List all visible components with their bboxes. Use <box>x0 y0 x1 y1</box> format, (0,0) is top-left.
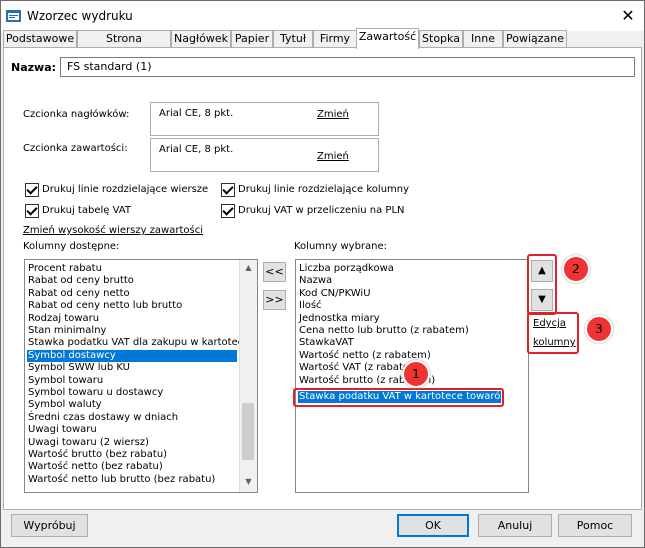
title-bar: Wzorzec wydruku ✕ <box>1 1 644 31</box>
list-item[interactable]: Stan minimalny <box>27 325 106 337</box>
list-item[interactable]: Rabat od ceny netto lub brutto <box>27 300 182 312</box>
list-item[interactable]: Wartość brutto (bez rabatu) <box>27 449 167 461</box>
tab-panel-zawartosc: Nazwa: FS standard (1) Czcionka nagłówkó… <box>3 47 642 510</box>
list-item[interactable]: Symbol towaru u dostawcy <box>27 387 163 399</box>
tab-stopka[interactable]: Stopka <box>419 30 463 48</box>
list-item[interactable]: Jednostka miary <box>298 313 380 325</box>
header-font-box: Arial CE, 8 pkt. Zmień <box>150 102 379 136</box>
list-item[interactable]: Symbol waluty <box>27 399 102 411</box>
list-item[interactable]: Rabat od ceny netto <box>27 288 130 300</box>
list-item[interactable]: Średni czas dostawy w dniach <box>27 412 178 424</box>
cancel-button[interactable]: Anuluj <box>478 514 552 537</box>
annotation-badge-1: 1 <box>402 360 430 388</box>
annotation-box-order <box>527 254 557 315</box>
add-column-button[interactable]: << <box>263 262 286 282</box>
tab-inne[interactable]: Inne <box>463 30 503 48</box>
content-font-change-link[interactable]: Zmień <box>317 151 349 162</box>
list-item[interactable]: Wartość netto (bez rabatu) <box>27 461 163 473</box>
tab-powiazane[interactable]: Powiązane <box>503 30 567 48</box>
col-lines-checkbox[interactable] <box>221 183 235 197</box>
tab-podstawowe[interactable]: Podstawowe <box>3 30 77 48</box>
list-item[interactable]: Uwagi towaru (2 wiersz) <box>27 437 149 449</box>
scroll-thumb[interactable] <box>242 403 254 460</box>
available-scrollbar[interactable]: ▲ ▼ <box>239 260 257 492</box>
tab-naglowek[interactable]: Nagłówek <box>171 30 231 48</box>
list-item[interactable]: Cena netto lub brutto (z rabatem) <box>298 325 469 337</box>
annotation-box-selected <box>293 388 504 407</box>
dialog-window: Wzorzec wydruku ✕ Podstawowe Strona adre… <box>0 0 645 548</box>
tab-strona-adresowa[interactable]: Strona adresowa <box>77 30 171 61</box>
name-value: FS standard (1) <box>67 60 152 73</box>
vat-pln-label: Drukuj VAT w przeliczeniu na PLN <box>238 205 405 216</box>
vat-table-label: Drukuj tabelę VAT <box>42 205 131 216</box>
chosen-columns-label: Kolumny wybrane: <box>294 241 388 252</box>
tab-zawartosc[interactable]: Zawartość <box>356 28 419 49</box>
ok-button[interactable]: OK <box>397 514 469 537</box>
name-field[interactable]: FS standard (1) <box>60 57 635 77</box>
annotation-badge-2: 2 <box>562 255 590 283</box>
list-item[interactable]: Ilość <box>298 300 322 312</box>
list-item[interactable]: Symbol towaru <box>27 375 103 387</box>
list-item[interactable]: Uwagi towaru <box>27 424 97 436</box>
tab-tytul[interactable]: Tytuł <box>273 30 313 48</box>
content-font-value: Arial CE, 8 pkt. <box>159 144 234 155</box>
preview-button[interactable]: Wypróbuj <box>11 514 88 537</box>
col-lines-label: Drukuj linie rozdzielające kolumny <box>238 184 410 195</box>
header-font-label: Czcionka nagłówków: <box>23 109 130 120</box>
content-font-label: Czcionka zawartości: <box>23 143 128 154</box>
scroll-up-arrow-icon[interactable]: ▲ <box>240 260 257 276</box>
list-item[interactable]: StawkaVAT <box>298 337 354 349</box>
vat-pln-checkbox[interactable] <box>221 204 235 218</box>
list-item[interactable]: Rodzaj towaru <box>27 313 99 325</box>
row-height-link[interactable]: Zmień wysokość wierszy zawartości <box>23 225 203 236</box>
list-item[interactable]: Wartość netto lub brutto (bez rabatu) <box>27 474 215 486</box>
row-lines-label: Drukuj linie rozdzielające wiersze <box>42 184 209 195</box>
list-item[interactable]: Nazwa <box>298 275 332 287</box>
list-item[interactable]: Kod CN/PKWiU <box>298 288 371 300</box>
app-icon <box>6 10 21 22</box>
header-font-change-link[interactable]: Zmień <box>317 109 349 120</box>
content-font-box: Arial CE, 8 pkt. Zmień <box>150 138 379 172</box>
annotation-box-edit <box>527 312 579 354</box>
vat-table-checkbox[interactable] <box>25 204 39 218</box>
remove-column-button[interactable]: >> <box>263 290 286 310</box>
tab-papier[interactable]: Papier <box>231 30 273 48</box>
row-lines-checkbox[interactable] <box>25 183 39 197</box>
close-icon[interactable]: ✕ <box>618 6 638 26</box>
name-label: Nazwa: <box>11 61 57 74</box>
list-item[interactable]: Liczba porządkowa <box>298 263 394 275</box>
available-columns-list[interactable]: Procent rabatu Rabat od ceny brutto Raba… <box>24 259 258 493</box>
list-item[interactable]: Procent rabatu <box>27 263 102 275</box>
list-item[interactable]: Symbol SWW lub KU <box>27 362 130 374</box>
list-item[interactable]: Stawka podatku VAT dla zakupu w kartotec… <box>27 337 249 349</box>
annotation-badge-3: 3 <box>585 315 613 343</box>
help-button[interactable]: Pomoc <box>558 514 632 537</box>
scroll-down-arrow-icon[interactable]: ▼ <box>240 474 257 490</box>
available-columns-label: Kolumny dostępne: <box>23 241 120 252</box>
list-item[interactable]: Rabat od ceny brutto <box>27 275 134 287</box>
window-title: Wzorzec wydruku <box>27 9 133 23</box>
list-item-selected[interactable]: Symbol dostawcy <box>27 349 237 363</box>
header-font-value: Arial CE, 8 pkt. <box>159 108 234 119</box>
tab-firmy[interactable]: Firmy <box>313 30 357 48</box>
